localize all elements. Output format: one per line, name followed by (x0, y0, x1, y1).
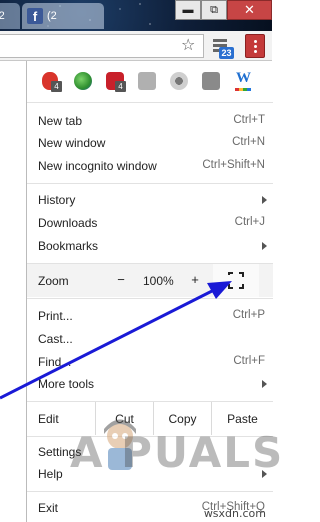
menu-item-label: Print... (38, 309, 73, 323)
person-extension-icon[interactable] (136, 70, 163, 92)
menu-divider (27, 102, 273, 103)
menu-item-shortcut: Ctrl+J (234, 216, 265, 228)
extension-badge: 4 (115, 81, 126, 92)
extension-badge: 4 (51, 81, 62, 92)
zoom-in-button[interactable]: + (187, 272, 203, 287)
title-bar: (2 f (2 ▬ ⧉ ✕ (0, 0, 272, 31)
menu-divider (27, 491, 273, 492)
menu-item-label: Find... (38, 355, 72, 369)
menu-item-find[interactable]: Find... Ctrl+F (27, 351, 273, 373)
bookmark-star-icon[interactable]: ☆ (181, 37, 195, 55)
menu-item-label: Cast... (38, 332, 73, 346)
browser-tab-facebook[interactable]: f (2 (22, 3, 104, 29)
menu-item-label: More tools (38, 377, 95, 391)
menu-item-label: New tab (38, 114, 83, 128)
zoom-row: Zoom − 100% + (27, 264, 273, 297)
browser-tab[interactable]: (2 (0, 3, 20, 29)
submenu-arrow-icon (262, 242, 267, 250)
address-bar-input[interactable] (0, 34, 204, 58)
window-controls: ▬ ⧉ ✕ (175, 0, 272, 20)
abp-icon[interactable]: 4 (104, 70, 131, 92)
menu-item-shortcut: Ctrl+F (233, 355, 265, 367)
tab-title: (2 (47, 10, 57, 22)
minimize-button[interactable]: ▬ (175, 0, 201, 20)
globe-extension-icon[interactable] (72, 70, 99, 92)
menu-item-label: History (38, 193, 76, 207)
menu-item-new-incognito-window[interactable]: New incognito window Ctrl+Shift+N (27, 155, 273, 177)
menu-item-label: Exit (38, 501, 59, 515)
menu-item-history[interactable]: History (27, 189, 273, 211)
close-button[interactable]: ✕ (227, 0, 272, 20)
menu-dot-icon (254, 50, 257, 53)
menu-dot-icon (254, 40, 257, 43)
tab-title: (2 (0, 10, 5, 22)
submenu-arrow-icon (262, 196, 267, 204)
facebook-icon: f (27, 8, 43, 24)
zoom-out-button[interactable]: − (113, 272, 129, 287)
menu-item-more-tools[interactable]: More tools (27, 373, 273, 395)
menu-item-shortcut: Ctrl+N (232, 136, 265, 148)
menu-item-bookmarks[interactable]: Bookmarks (27, 235, 273, 257)
menu-item-label: Bookmarks (38, 239, 99, 253)
fullscreen-icon (228, 272, 244, 289)
menu-item-shortcut: Ctrl+P (232, 309, 265, 321)
menu-item-label: New window (38, 136, 106, 150)
extension-badge: 23 (219, 47, 234, 59)
menu-dot-icon (254, 45, 257, 48)
k-extension-icon[interactable] (200, 70, 227, 92)
zoom-label: Zoom (38, 274, 69, 288)
eye-extension-icon[interactable] (168, 70, 195, 92)
menu-item-new-window[interactable]: New window Ctrl+N (27, 132, 273, 154)
menu-item-label: Help (38, 467, 63, 481)
submenu-arrow-icon (262, 380, 267, 388)
menu-item-new-tab[interactable]: New tab Ctrl+T (27, 110, 273, 132)
toolbar: ☆ 23 (0, 31, 272, 61)
site-watermark: wsxdn.com (203, 507, 266, 520)
extensions-row: 4 4 W (27, 61, 273, 101)
menu-item-downloads[interactable]: Downloads Ctrl+J (27, 212, 273, 234)
w-extension-icon[interactable]: W (232, 70, 259, 92)
chrome-menu-button[interactable] (245, 34, 265, 58)
menu-item-label: Downloads (38, 216, 98, 230)
menu-divider (27, 183, 273, 184)
menu-item-label: New incognito window (38, 159, 157, 173)
menu-item-print[interactable]: Print... Ctrl+P (27, 305, 273, 327)
menu-divider (27, 298, 273, 299)
fullscreen-button[interactable] (213, 264, 259, 297)
menu-item-shortcut: Ctrl+Shift+N (202, 159, 265, 171)
restore-button[interactable]: ⧉ (201, 0, 227, 20)
zoom-level: 100% (143, 274, 174, 288)
menu-item-cast[interactable]: Cast... (27, 328, 273, 350)
adblock-icon[interactable]: 4 (40, 70, 67, 92)
appuals-watermark: A PUALS (70, 428, 285, 477)
edit-label: Edit (38, 412, 59, 426)
menu-item-shortcut: Ctrl+T (233, 114, 265, 126)
